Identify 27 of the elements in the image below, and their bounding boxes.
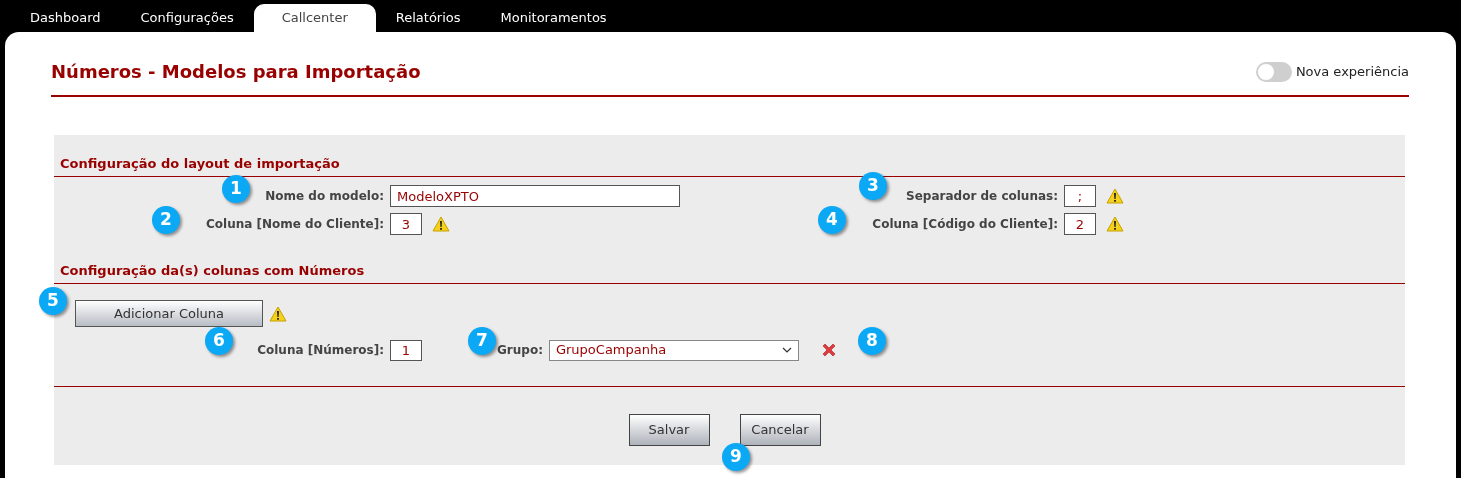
field-label: Grupo:	[497, 342, 543, 359]
section-heading: Configuração da(s) colunas com Números	[60, 263, 365, 278]
form-button[interactable]: Salvar	[628, 414, 710, 446]
field-label: Coluna [Números]:	[257, 342, 384, 359]
nav-tab[interactable]: Callcenter	[253, 4, 376, 32]
field-label: Separador de colunas:	[906, 188, 1058, 205]
nav-tab[interactable]: Monitoramentos	[480, 4, 627, 32]
nav-tab[interactable]: Configurações	[120, 4, 254, 32]
toggle-label: Nova experiência	[1295, 62, 1409, 81]
input-field[interactable]: ModeloXPTO	[390, 185, 680, 207]
input-field[interactable]: 2	[1064, 213, 1096, 235]
remove-icon[interactable]	[820, 342, 837, 358]
input-field[interactable]: 3	[390, 213, 422, 235]
group-select[interactable]: GrupoCampanha	[548, 339, 799, 361]
field-label: Coluna [Nome do Cliente]:	[206, 216, 384, 233]
nav-tab[interactable]: Dashboard	[10, 4, 121, 32]
add-column-button[interactable]: Adicionar Coluna	[75, 300, 263, 327]
page-title: Números - Modelos para Importação	[51, 60, 421, 84]
input-field[interactable]: 1	[390, 339, 422, 361]
toggle-switch[interactable]	[1255, 61, 1292, 82]
nav-tab[interactable]: Relatórios	[375, 4, 481, 32]
caret-icon	[781, 347, 792, 353]
field-label: Coluna [Código do Cliente]:	[872, 216, 1058, 233]
form-button[interactable]: Cancelar	[739, 414, 821, 446]
section-heading: Configuração do layout de importação	[60, 156, 340, 171]
input-field[interactable]: ;	[1064, 185, 1096, 207]
field-label: Nome do modelo:	[265, 188, 384, 205]
